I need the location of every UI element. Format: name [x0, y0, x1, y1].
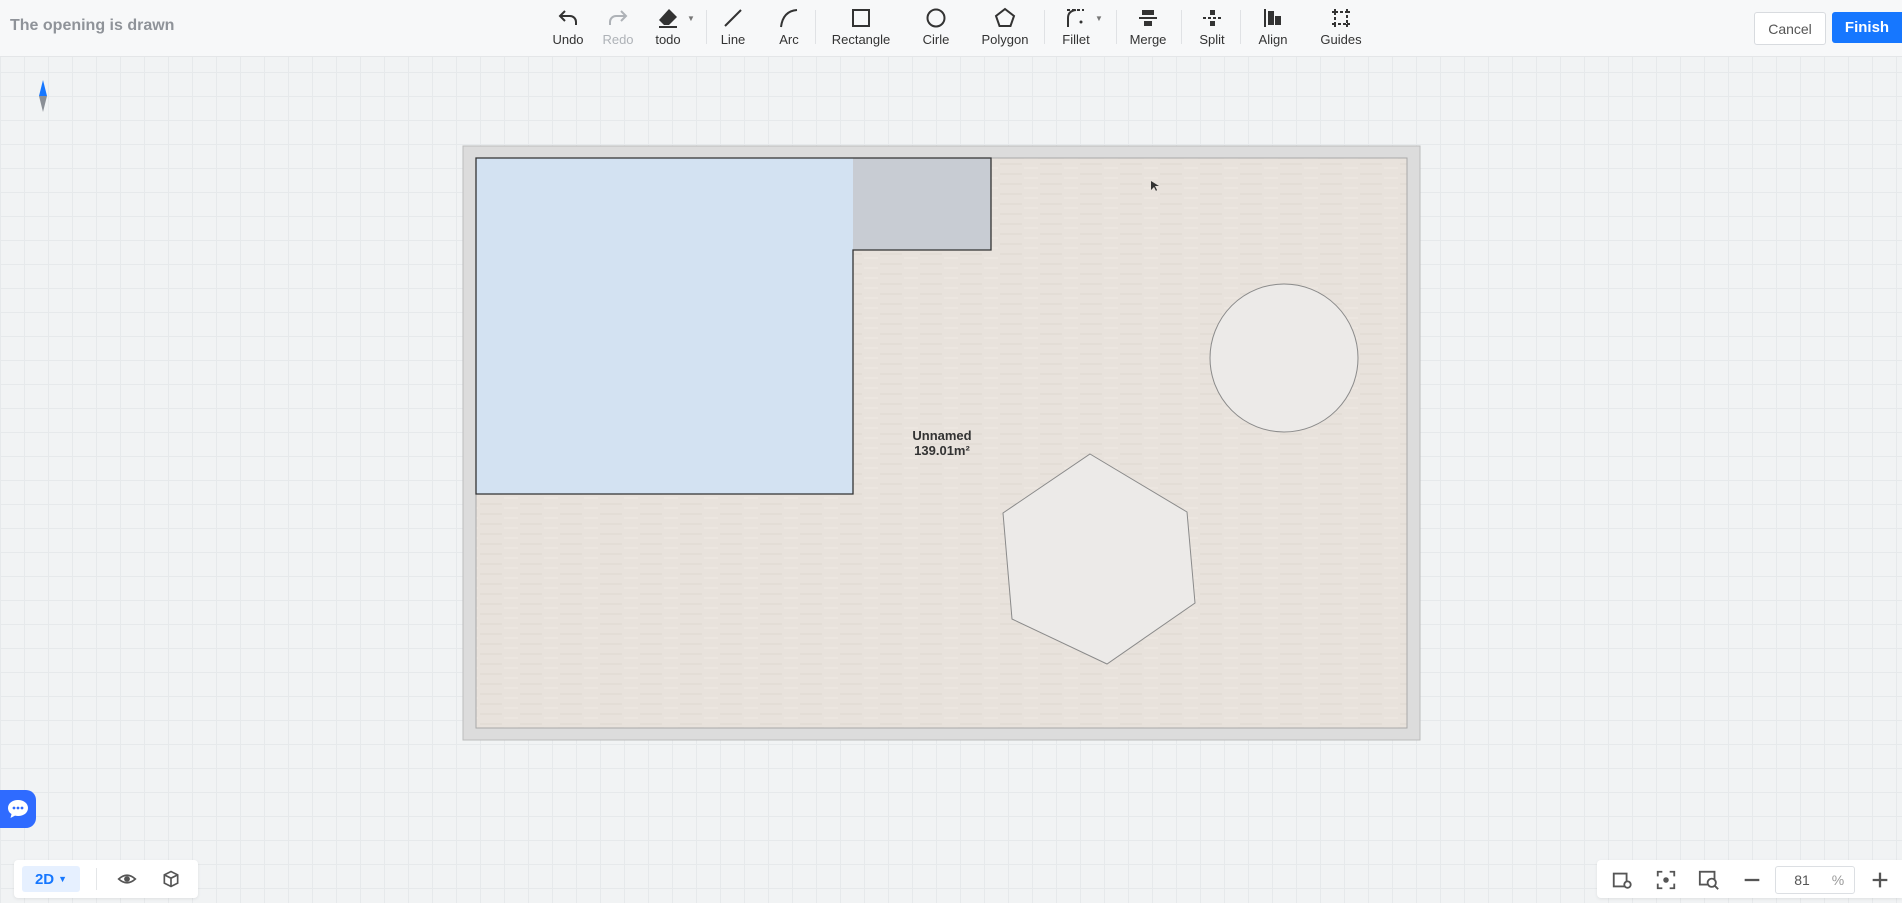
zoom-unit: %: [1831, 872, 1845, 888]
view-settings-icon[interactable]: [1611, 869, 1633, 891]
view-mode-label: 2D: [34, 870, 55, 888]
zoom-panel: 81 %: [1597, 860, 1902, 898]
room-label[interactable]: Unnamed 139.01m²: [900, 428, 984, 458]
3d-box-icon[interactable]: [160, 869, 182, 889]
zoom-value: 81: [1794, 872, 1810, 888]
zoom-level-input[interactable]: 81 %: [1775, 866, 1855, 894]
circle-opening[interactable]: [1209, 283, 1359, 433]
view-mode-dropdown[interactable]: 2D ▼: [22, 866, 80, 892]
view-mode-panel: 2D ▼: [14, 860, 198, 898]
room-name: Unnamed: [912, 428, 972, 443]
selected-opening-region[interactable]: [853, 158, 991, 250]
zoom-in-icon[interactable]: [1869, 869, 1891, 891]
eye-icon[interactable]: [116, 869, 138, 889]
chat-support-button[interactable]: [0, 790, 36, 828]
chat-bubble-icon: [8, 800, 28, 818]
rectangular-opening[interactable]: [476, 158, 853, 494]
room-area: 139.01m²: [914, 443, 970, 458]
zoom-out-icon[interactable]: [1741, 869, 1763, 891]
zoom-region-icon[interactable]: [1698, 869, 1720, 891]
panel-divider: [96, 868, 97, 890]
chevron-down-icon: ▼: [58, 874, 68, 884]
fit-to-screen-icon[interactable]: [1655, 869, 1677, 891]
